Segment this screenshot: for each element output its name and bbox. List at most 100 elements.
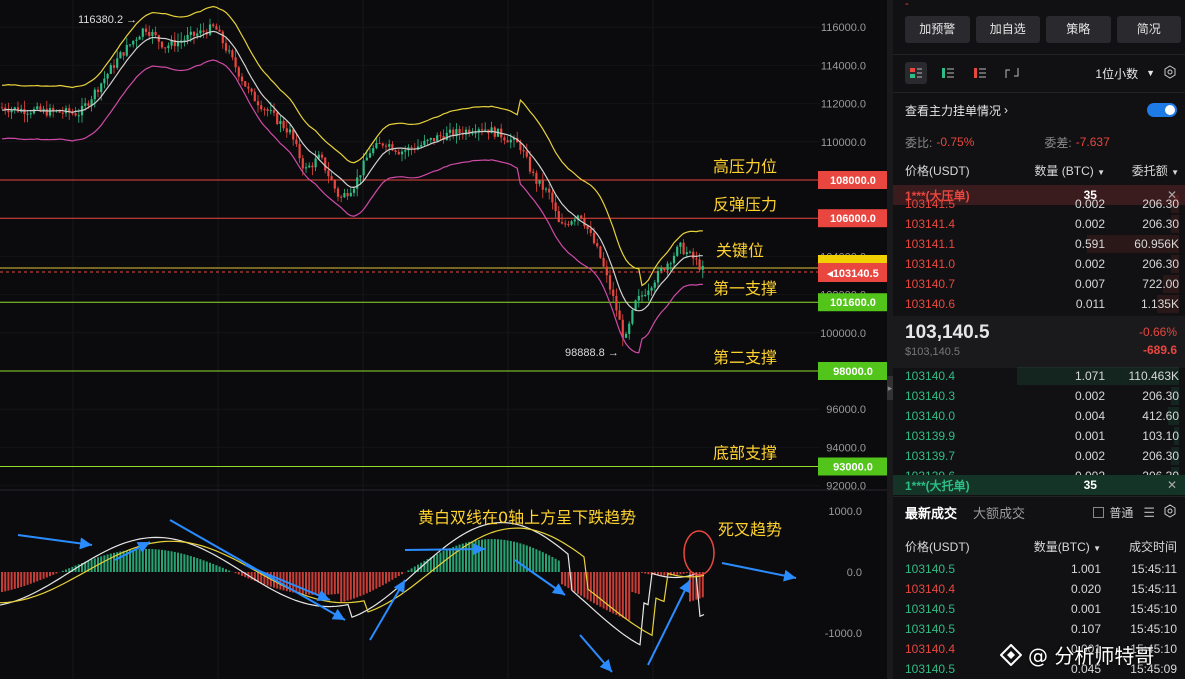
candle-body — [644, 295, 647, 297]
macd-bar — [324, 572, 327, 595]
bid-row[interactable]: 103140.4 1.071 110.463K — [905, 366, 1179, 386]
candle-body — [480, 129, 484, 131]
strategy-button[interactable]: 策略 — [1046, 16, 1111, 43]
decimals-select[interactable]: 1位小数 — [1095, 65, 1138, 82]
macd-bar — [625, 572, 627, 620]
settings-icon[interactable] — [1163, 64, 1177, 82]
candle-body — [679, 242, 682, 247]
bid-row[interactable]: 103140.0 0.004 412.60 — [905, 406, 1179, 426]
macd-bar — [167, 550, 170, 572]
bid-row-qty: 0.002 — [1074, 389, 1105, 403]
candle-body — [324, 157, 327, 171]
ob-qty-header[interactable]: 数量 (BTC) ▼ — [1015, 162, 1105, 179]
tr-qty-header[interactable]: 数量(BTC) ▼ — [1015, 538, 1101, 555]
filter-normal[interactable]: 普通 — [1093, 504, 1133, 521]
candle-body — [135, 39, 138, 41]
macd-bar — [513, 541, 515, 572]
candle-body — [116, 58, 119, 68]
candle-body — [160, 41, 164, 48]
candle-body — [362, 160, 365, 176]
level-annotation: 第二支撑 — [713, 348, 777, 367]
close-icon[interactable]: ✕ — [1167, 478, 1177, 492]
ask-row[interactable]: 103140.6 0.011 1.135K — [905, 294, 1179, 314]
ask-row[interactable]: 103141.4 0.002 206.30 — [905, 214, 1179, 234]
candle-body — [647, 290, 650, 296]
main-orders-row[interactable]: 查看主力挂单情况 › — [905, 101, 1177, 119]
macd-bar — [151, 549, 154, 572]
macd-bar — [641, 572, 643, 573]
macd-bar — [228, 570, 231, 572]
main-orders-label[interactable]: 查看主力挂单情况 — [905, 102, 1001, 119]
candle-body — [596, 243, 599, 247]
macd-bar — [477, 539, 480, 572]
ask-row[interactable]: 103141.1 0.591 60.956K — [905, 234, 1179, 254]
chevron-right-icon: › — [1004, 103, 1009, 117]
macd-bar — [65, 569, 67, 572]
book-bids-icon[interactable] — [937, 62, 959, 84]
candle-body — [618, 310, 621, 320]
bid-row-price: 103139.7 — [905, 449, 956, 463]
candle-body — [608, 275, 612, 290]
main-orders-toggle[interactable] — [1147, 103, 1177, 117]
settings-icon[interactable] — [1163, 504, 1177, 521]
ratio-label: 委比: — [905, 135, 933, 150]
macd-bar — [119, 551, 122, 572]
caret-down-icon[interactable]: ▼ — [1146, 68, 1155, 78]
ask-row[interactable]: 103141.0 0.002 206.30 — [905, 254, 1179, 274]
bid-row-total: 206.30 — [1142, 449, 1179, 463]
kline-chart[interactable]: 116000.0 114000.0 112000.0 110000.0 108000.0… — [0, 0, 887, 679]
candle-body — [554, 202, 557, 212]
tab-latest-trades[interactable]: 最新成交 — [905, 503, 957, 522]
ask-row[interactable]: 103141.5 0.002 206.30 — [905, 194, 1179, 214]
add-watchlist-button[interactable]: 加自选 — [975, 16, 1040, 43]
macd-bar — [465, 542, 467, 572]
candle-body — [346, 193, 349, 197]
overview-button[interactable]: 简况 — [1116, 16, 1181, 43]
menu-icon[interactable]: ☰ — [1143, 505, 1155, 521]
macd-bar — [388, 572, 391, 582]
macd-axis-label: 1000.0 — [828, 506, 862, 518]
macd-bar — [573, 572, 576, 592]
candle-body — [29, 113, 32, 115]
trade-row: 103140.5 0.107 15:45:10 — [905, 619, 1177, 639]
big-bid-qty: 35 — [1083, 478, 1097, 492]
chart-canvas[interactable]: 116000.0 114000.0 112000.0 110000.0 108000.0… — [0, 0, 887, 679]
big-bid-order[interactable]: 1***(大托单) 35 ✕ — [893, 475, 1185, 495]
ob-price-header: 价格(USDT) — [905, 164, 970, 178]
book-asks-icon[interactable] — [969, 62, 991, 84]
macd-bar — [109, 553, 112, 572]
orderbook-header: 价格(USDT) 数量 (BTC) ▼ 委托额 ▼ — [905, 162, 1179, 179]
macd-bar — [676, 572, 679, 575]
key-level-annotation: 关键位 — [716, 241, 764, 260]
add-alert-button[interactable]: 加预警 — [905, 16, 970, 43]
checkbox-icon[interactable] — [1093, 507, 1105, 518]
bid-row[interactable]: 103139.7 0.002 206.30 — [905, 446, 1179, 466]
bid-row[interactable]: 103139.9 0.001 103.10 — [905, 426, 1179, 446]
depth-icon[interactable] — [1001, 62, 1023, 84]
candle-body — [327, 170, 330, 177]
tab-large-trades[interactable]: 大额成交 — [973, 503, 1025, 522]
candle-body — [221, 31, 224, 44]
macd-bar — [180, 553, 183, 572]
macd-bar — [445, 549, 448, 572]
candle-body — [77, 115, 80, 117]
diff-label: 委差: — [1044, 135, 1072, 150]
ask-row[interactable]: 103140.7 0.007 722.00 — [905, 274, 1179, 294]
candle-body — [154, 31, 157, 36]
candle-body — [490, 127, 493, 134]
book-both-icon[interactable] — [905, 62, 927, 84]
macd-bar — [602, 572, 605, 609]
candle-body — [701, 265, 704, 270]
candle-body — [525, 151, 528, 157]
candle-body — [372, 148, 375, 154]
candle-body — [231, 50, 234, 58]
macd-bar — [413, 566, 416, 572]
macd-bar — [468, 541, 471, 572]
bid-row[interactable]: 103140.3 0.002 206.30 — [905, 386, 1179, 406]
candle-body — [445, 132, 448, 140]
macd-bar — [122, 550, 125, 572]
macd-bar — [346, 572, 349, 601]
macd-bar — [141, 548, 144, 572]
candle-body — [426, 139, 429, 141]
ob-total-header[interactable]: 委托额 ▼ — [1105, 162, 1179, 179]
